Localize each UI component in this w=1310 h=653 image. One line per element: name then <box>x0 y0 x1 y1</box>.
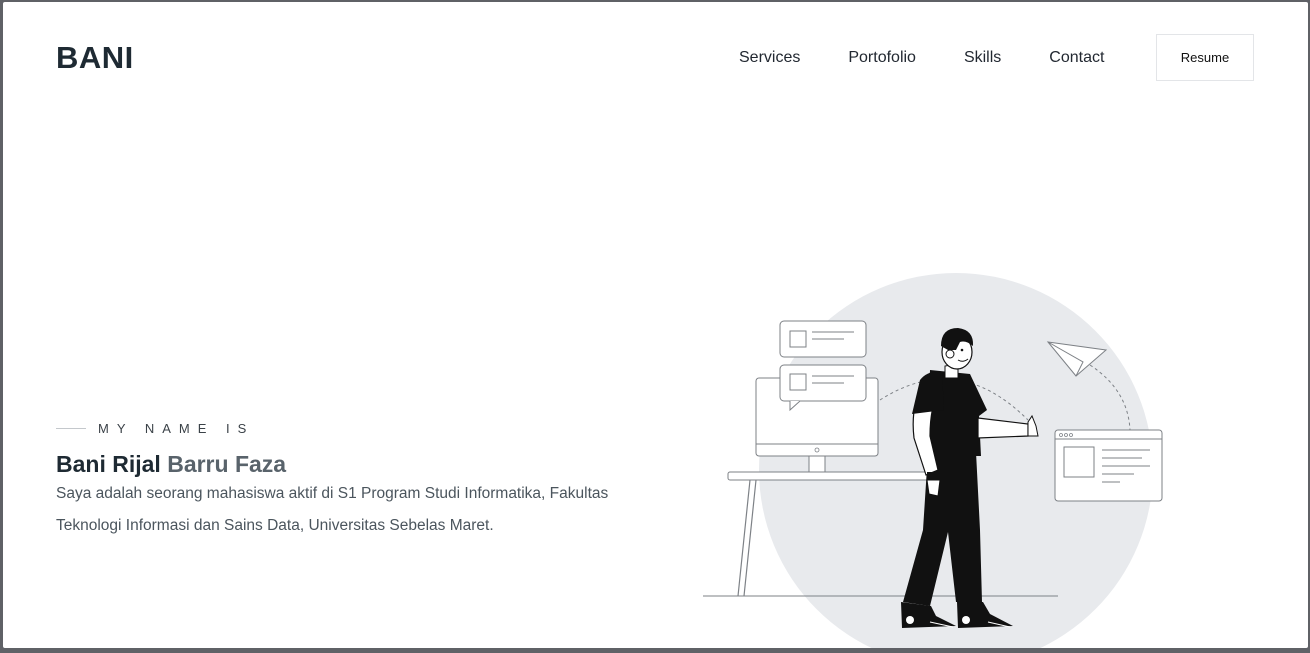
chat-bubble-icon <box>779 320 867 358</box>
page-frame: BANI Services Portofolio Skills Contact … <box>3 2 1308 648</box>
man-thumbs-up-illustration <box>698 270 1178 648</box>
hero-name-first: Bani Rijal <box>56 451 161 477</box>
hero-name: Bani Rijal Barru Faza <box>56 451 286 478</box>
nav-link-skills[interactable]: Skills <box>964 49 1001 67</box>
hero-description: Saya adalah seorang mahasiswa aktif di S… <box>56 485 609 534</box>
main-nav: Services Portofolio Skills Contact <box>739 34 1152 82</box>
eyebrow-divider <box>56 428 86 429</box>
browser-window-icon <box>1054 429 1163 502</box>
nav-link-contact[interactable]: Contact <box>1049 49 1104 67</box>
hero-name-rest: Barru Faza <box>167 451 287 477</box>
eyebrow-text: MY NAME IS <box>98 421 255 436</box>
site-logo[interactable]: BANI <box>56 40 134 76</box>
nav-link-services[interactable]: Services <box>739 49 800 67</box>
hero-eyebrow: MY NAME IS <box>56 421 254 436</box>
resume-button[interactable]: Resume <box>1156 34 1254 81</box>
nav-link-portofolio[interactable]: Portofolio <box>848 49 916 67</box>
